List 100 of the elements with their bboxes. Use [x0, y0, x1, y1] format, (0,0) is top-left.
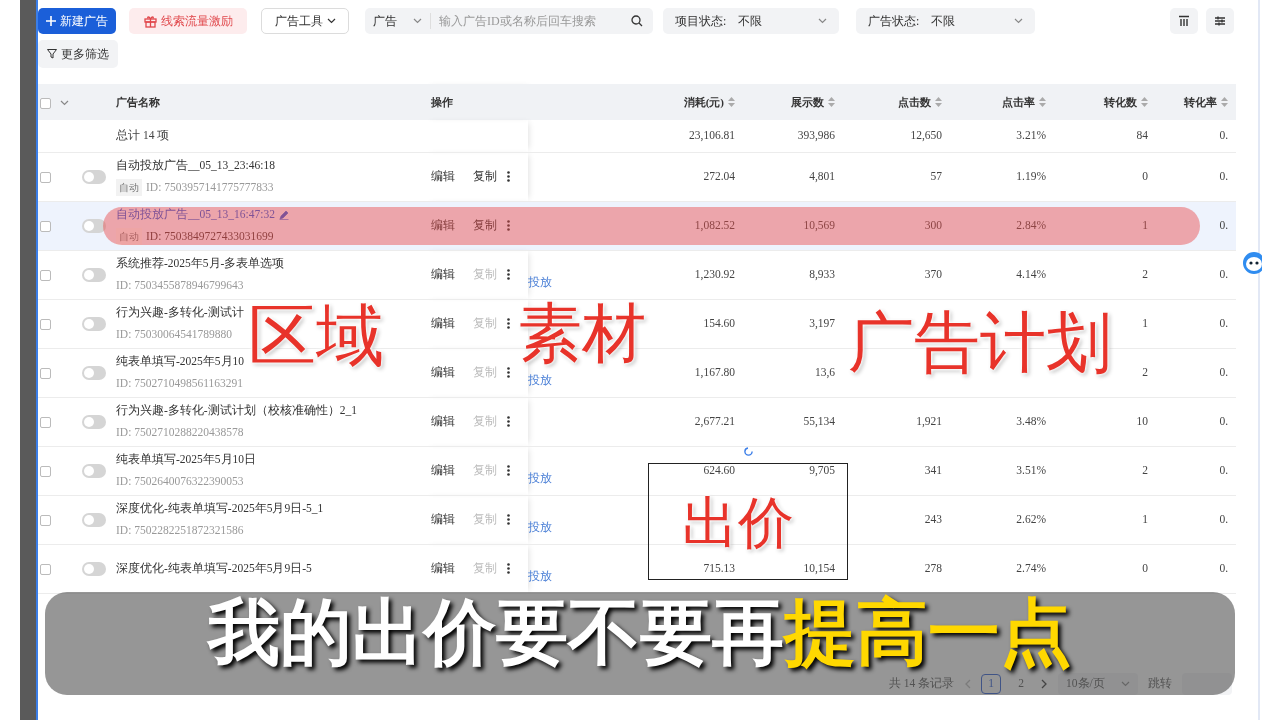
ad-name[interactable]: 行为兴趣-多转化-测试计划（校核准确性）2_1 — [116, 402, 357, 420]
ad-tools-dropdown[interactable]: 广告工具 — [261, 8, 349, 34]
toggle-switch[interactable] — [82, 170, 106, 185]
action-link[interactable]: 编辑 — [431, 461, 455, 480]
toggle-switch[interactable] — [82, 464, 106, 479]
more-icon[interactable] — [507, 171, 510, 182]
record-count: 共 14 条记录 — [888, 676, 954, 692]
row-checkbox[interactable] — [40, 269, 51, 281]
ad-name[interactable]: 深度优化-纯表单填写-2025年5月9日-5 — [116, 559, 312, 578]
toggle-switch[interactable] — [82, 513, 106, 528]
table-cell: 1.19% — [1016, 169, 1046, 182]
table-cell: 341 — [924, 463, 942, 476]
action-link[interactable]: 编辑 — [431, 216, 455, 235]
action-link[interactable]: 编辑 — [431, 167, 455, 186]
row-checkbox[interactable] — [40, 563, 51, 575]
toggle-switch[interactable] — [82, 219, 106, 234]
table-cell: 10,154 — [803, 561, 835, 574]
row-checkbox[interactable] — [40, 416, 51, 428]
action-link[interactable]: 编辑 — [431, 559, 455, 578]
column-header[interactable]: 点击数 — [898, 93, 931, 111]
ad-name[interactable]: 系统推荐-2025年5月-多表单选项 — [116, 255, 285, 273]
more-icon[interactable] — [507, 416, 510, 427]
table-cell: 23,106.81 — [689, 129, 735, 142]
column-header[interactable]: 点击率 — [1002, 93, 1035, 111]
action-link[interactable]: 编辑 — [431, 412, 455, 431]
ad-name[interactable]: 纯表单填写-2025年5月10日 — [116, 451, 257, 469]
deploy-link[interactable]: 投放 — [528, 502, 552, 537]
deploy-link[interactable]: 投放 — [528, 551, 552, 586]
deploy-link[interactable]: 投放 — [528, 453, 552, 488]
table-cell: 0. — [1219, 414, 1228, 427]
toggle-switch[interactable] — [82, 415, 106, 430]
status-filter-select[interactable]: 广告状态: 不限 — [856, 8, 1035, 34]
row-checkbox[interactable] — [40, 220, 51, 232]
action-link[interactable]: 编辑 — [431, 265, 455, 284]
column-header[interactable]: 展示数 — [791, 93, 824, 111]
status-filter-select[interactable]: 项目状态: 不限 — [663, 8, 839, 34]
ad-name[interactable]: 深度优化-纯表单填写-2025年5月9日-5_1 — [116, 500, 324, 518]
action-link[interactable]: 复制 — [473, 216, 497, 235]
filter-settings-button[interactable] — [1206, 8, 1234, 34]
table-cell: 0. — [1219, 129, 1228, 142]
caret-icon — [1014, 18, 1023, 24]
action-link[interactable]: 编辑 — [431, 314, 455, 333]
sort-icon[interactable] — [728, 97, 735, 107]
more-icon[interactable] — [507, 514, 510, 525]
column-header[interactable]: 消耗(元) — [683, 93, 724, 111]
sort-icon[interactable] — [1039, 97, 1046, 107]
search-field[interactable]: 广告 输入广告ID或名称后回车搜索 — [365, 8, 653, 34]
more-icon[interactable] — [507, 269, 510, 280]
ad-name[interactable]: 自动投放广告__05_13_23:46:18 — [116, 157, 275, 175]
sort-icon[interactable] — [1141, 97, 1148, 107]
plus-icon — [46, 16, 56, 26]
sort-icon[interactable] — [1221, 97, 1228, 107]
more-icon[interactable] — [507, 318, 510, 329]
ad-name[interactable]: 行为兴趣-多转化-测试计 — [116, 304, 244, 322]
jump-label: 跳转 — [1148, 676, 1172, 692]
column-header[interactable]: 转化数 — [1104, 93, 1137, 111]
more-icon[interactable] — [507, 563, 510, 574]
table-cell: 0. — [1219, 316, 1228, 329]
sort-icon[interactable] — [828, 97, 835, 107]
toggle-switch[interactable] — [82, 268, 106, 283]
table-cell: 3.48% — [1016, 414, 1046, 427]
jump-page-field[interactable] — [1182, 673, 1232, 695]
table-cell: 1 — [1142, 218, 1148, 231]
row-checkbox[interactable] — [40, 465, 51, 477]
search-scope-select[interactable]: 广告 — [365, 13, 431, 29]
table-cell: 3,197 — [809, 316, 835, 329]
toggle-switch[interactable] — [82, 562, 106, 577]
deploy-link[interactable]: 投放 — [528, 257, 552, 292]
incentive-button[interactable]: 线索流量激励 — [129, 8, 247, 34]
next-page-icon[interactable] — [1041, 679, 1048, 689]
table-cell: 2.74% — [1016, 561, 1046, 574]
more-icon[interactable] — [507, 367, 510, 378]
table-cell: 9,705 — [809, 463, 835, 476]
table-cell: 13,6 — [814, 365, 835, 378]
search-icon[interactable] — [631, 15, 643, 27]
table-cell: 1,082.52 — [694, 218, 735, 231]
select-all-checkbox[interactable] — [40, 97, 51, 109]
annotation-text: 素材 — [518, 302, 646, 366]
new-ad-button[interactable]: 新建广告 — [38, 8, 116, 34]
action-link[interactable]: 编辑 — [431, 363, 455, 382]
row-checkbox[interactable] — [40, 171, 51, 183]
action-link[interactable]: 复制 — [473, 167, 497, 186]
pencil-icon[interactable] — [278, 209, 289, 220]
toggle-switch[interactable] — [82, 317, 106, 332]
sort-icon[interactable] — [935, 97, 942, 107]
toggle-switch[interactable] — [82, 366, 106, 381]
loading-icon — [744, 447, 753, 456]
previous-page-icon[interactable] — [964, 679, 971, 689]
column-settings-button[interactable] — [1170, 8, 1198, 34]
row-checkbox[interactable] — [40, 514, 51, 526]
more-filters-button[interactable]: 更多筛选 — [38, 40, 118, 68]
row-checkbox[interactable] — [40, 318, 51, 330]
more-icon[interactable] — [507, 465, 510, 476]
action-link[interactable]: 编辑 — [431, 510, 455, 529]
caret-icon[interactable] — [60, 100, 69, 107]
row-checkbox[interactable] — [40, 367, 51, 379]
ad-name[interactable]: 纯表单填写-2025年5月10 — [116, 353, 245, 371]
column-header: 广告名称 — [116, 95, 160, 108]
table-cell: 3.51% — [1016, 463, 1046, 476]
auto-tag: 自动 — [116, 227, 142, 245]
